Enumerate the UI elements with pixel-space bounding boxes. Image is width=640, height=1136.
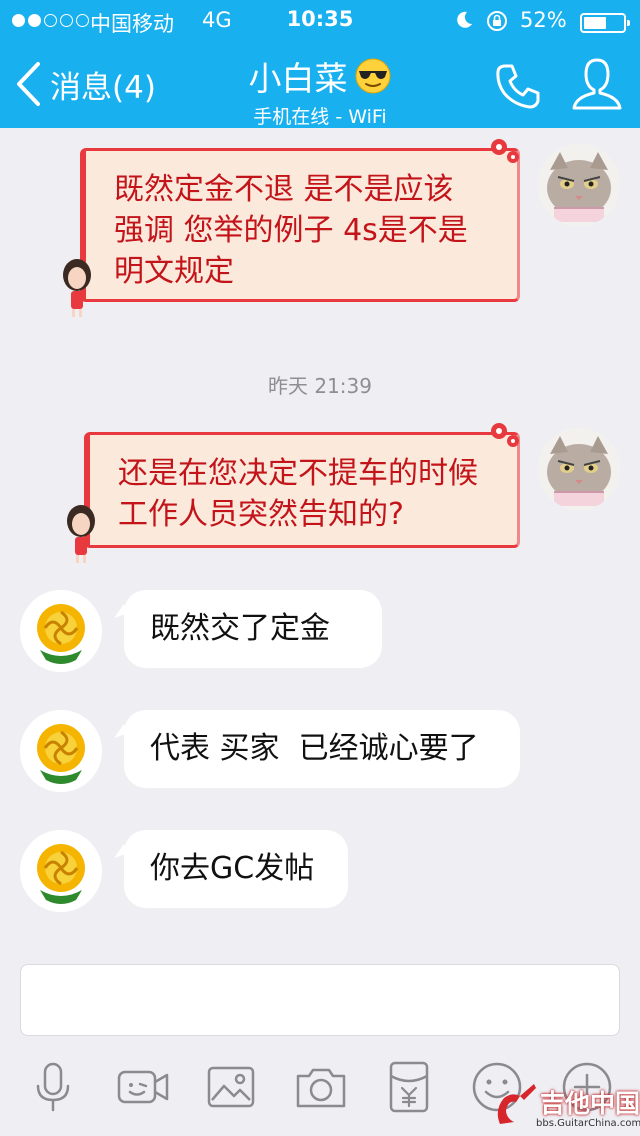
contact-avatar[interactable] — [20, 710, 102, 792]
message-bubble[interactable]: 既然定金不退 是不是应该 强调 您举的例子 4s是不是 明文规定 — [63, 139, 520, 317]
message-text-line: 工作人员突然告知的? — [118, 497, 404, 532]
message-bubble[interactable]: 代表 买家 已经诚心要了 — [124, 710, 520, 788]
sunflower-avatar-icon — [20, 710, 102, 792]
my-avatar[interactable] — [538, 144, 620, 226]
battery-percent: 52% — [520, 8, 567, 32]
cat-avatar-icon — [538, 428, 620, 510]
bubble-mascot-icon — [63, 259, 91, 317]
message-text-line: 还是在您决定不提车的时候 — [118, 456, 478, 491]
watermark-text: 吉他中国 — [540, 1089, 640, 1118]
message-bubble[interactable]: 你去GC发帖 — [124, 830, 348, 908]
message-text: 代表 买家 已经诚心要了 — [150, 731, 479, 766]
image-icon[interactable] — [204, 1060, 258, 1114]
message-text-line: 明文规定 — [114, 254, 234, 289]
battery-icon — [580, 13, 630, 33]
message-text-line: 既然定金不退 是不是应该 — [114, 172, 454, 207]
cat-avatar-icon — [538, 144, 620, 226]
my-avatar[interactable] — [538, 428, 620, 510]
plum-blossom-icon — [491, 423, 519, 447]
microphone-icon[interactable] — [26, 1060, 80, 1114]
contact-avatar[interactable] — [20, 830, 102, 912]
camera-icon[interactable] — [294, 1060, 348, 1114]
top-bar: 中国移动 4G 10:35 52% 消息(4) 小白菜 手机在线 - WiFi — [0, 0, 640, 128]
status-bar: 中国移动 4G 10:35 52% — [0, 6, 640, 36]
message-input[interactable] — [20, 964, 620, 1036]
chat-header: 小白菜 手机在线 - WiFi — [0, 52, 640, 129]
bubble-mascot-icon — [67, 505, 95, 563]
sunflower-avatar-icon — [20, 590, 102, 672]
watermark-url: bbs.GuitarChina.com — [536, 1118, 640, 1129]
message-bubble[interactable]: 既然交了定金 — [124, 590, 382, 668]
video-call-icon[interactable] — [116, 1060, 170, 1114]
message-bubble[interactable]: 还是在您决定不提车的时候 工作人员突然告知的? — [67, 423, 520, 563]
phone-icon[interactable] — [492, 60, 544, 112]
message-text: 既然交了定金 — [150, 611, 330, 646]
message-timestamp: 昨天 21:39 — [268, 374, 372, 398]
contact-name: 小白菜 — [249, 52, 392, 100]
sunflower-avatar-icon — [20, 830, 102, 912]
message-text: 你去GC发帖 — [150, 851, 315, 886]
red-packet-icon[interactable] — [382, 1060, 436, 1114]
contact-status: 手机在线 - WiFi — [253, 106, 387, 128]
contact-name-text: 小白菜 — [248, 59, 348, 98]
sunglasses-emoji-icon — [355, 58, 390, 94]
contact-avatar[interactable] — [20, 590, 102, 672]
do-not-disturb-icon — [457, 11, 472, 28]
contact-profile-icon[interactable] — [570, 56, 624, 112]
plum-blossom-icon — [491, 139, 519, 163]
message-text-line: 强调 您举的例子 4s是不是 — [114, 213, 468, 248]
rotation-lock-icon — [487, 11, 507, 31]
